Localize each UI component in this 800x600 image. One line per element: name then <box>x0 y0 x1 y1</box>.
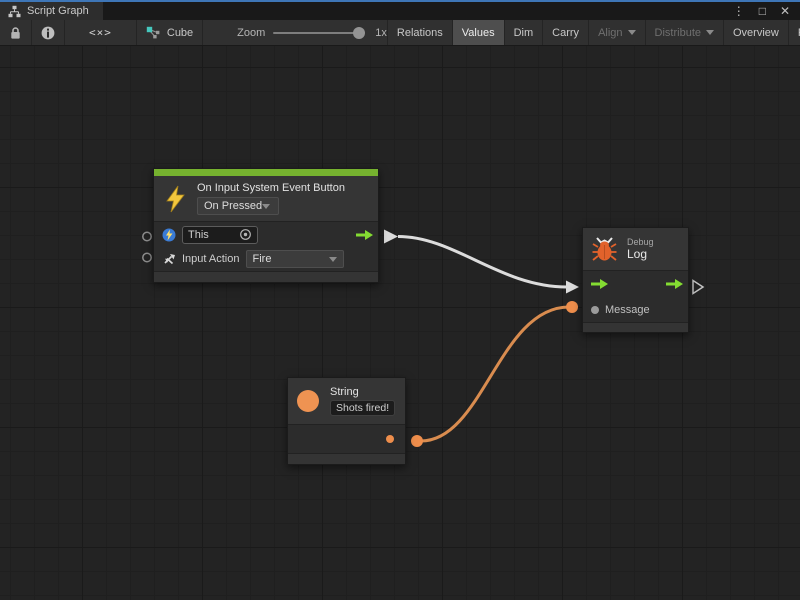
unity-script-graph-window: Script Graph ⋮ □ ✕ <×> <box>0 0 800 600</box>
toolbar-button-align[interactable]: Align <box>588 20 644 45</box>
zoom-control: Zoom 1x <box>237 20 387 45</box>
graph-asset-icon <box>146 26 160 39</box>
string-node-body <box>288 424 405 453</box>
window-controls: ⋮ □ ✕ <box>733 2 800 20</box>
flow-output-arrow-icon[interactable] <box>356 229 373 241</box>
debug-node-footer <box>583 322 688 332</box>
debug-node-name: Log <box>627 247 654 261</box>
string-node-title: String <box>330 386 395 398</box>
debug-node-header[interactable]: Debug Log <box>583 228 688 270</box>
toolbar-button-label: Overview <box>733 27 779 39</box>
event-input-action-row: Input Action Fire <box>154 247 378 271</box>
info-button[interactable] <box>32 20 65 45</box>
zoom-value: 1x <box>375 27 387 39</box>
toolbar-button-label: Values <box>462 27 495 39</box>
string-value-field[interactable]: Shots fired! <box>330 400 395 416</box>
chevron-down-icon <box>628 30 636 35</box>
toolbar-button-dim[interactable]: Dim <box>504 20 543 45</box>
graph-reference-label: Cube <box>167 27 193 39</box>
event-node-body: This Input Action <box>154 221 378 271</box>
debug-node-category: Debug <box>627 237 654 247</box>
string-type-icon <box>297 390 319 412</box>
event-node-green-strip <box>154 169 378 176</box>
toolbar-button-overview[interactable]: Overview <box>723 20 788 45</box>
window-focus-highlight <box>0 0 800 2</box>
chevron-down-icon <box>262 204 270 209</box>
zoom-slider[interactable] <box>273 32 359 34</box>
lock-icon <box>9 26 22 40</box>
this-target-field[interactable]: This <box>182 226 258 244</box>
toolbar-button-distribute[interactable]: Distribute <box>645 20 723 45</box>
chevron-down-icon <box>706 30 714 35</box>
event-node-footer <box>154 271 378 282</box>
debug-node-body: Message <box>583 270 688 322</box>
window-maximize-icon[interactable]: □ <box>759 5 766 17</box>
toolbar-button-fullscreen[interactable]: Full Screen <box>788 20 800 45</box>
graph-toolbar: <×> Cube Zoom 1x Relations Values <box>0 20 800 46</box>
this-value: This <box>188 229 209 241</box>
input-action-dropdown[interactable]: Fire <box>246 250 344 268</box>
input-action-icon <box>162 252 176 266</box>
debug-flow-row <box>583 271 688 297</box>
info-icon <box>41 26 55 40</box>
input-action-value: Fire <box>253 253 272 265</box>
tab-title: Script Graph <box>27 5 89 17</box>
graph-reference-button[interactable]: Cube <box>137 20 203 45</box>
lightning-bolt-icon <box>164 185 187 213</box>
window-menu-icon[interactable]: ⋮ <box>733 5 745 17</box>
event-mode-dropdown[interactable]: On Pressed <box>197 197 279 215</box>
event-node-header[interactable]: On Input System Event Button On Pressed <box>154 176 378 221</box>
toolbar-button-carry[interactable]: Carry <box>542 20 588 45</box>
code-brackets-icon: <×> <box>89 26 112 39</box>
lock-button[interactable] <box>0 20 32 45</box>
debug-message-row: Message <box>583 297 688 322</box>
toolbar-button-relations[interactable]: Relations <box>387 20 452 45</box>
string-node-header[interactable]: String Shots fired! <box>288 378 405 424</box>
message-input-port[interactable] <box>591 306 599 314</box>
toolbar-button-values[interactable]: Values <box>452 20 504 45</box>
message-label: Message <box>605 304 650 316</box>
string-node-footer <box>288 453 405 464</box>
script-machine-icon <box>162 228 176 242</box>
input-action-label: Input Action <box>182 253 240 265</box>
node-on-input-system-event-button[interactable]: On Input System Event Button On Pressed … <box>153 168 379 283</box>
window-close-icon[interactable]: ✕ <box>780 5 790 17</box>
toolbar-toggle-group: Relations Values Dim Carry Align Distrib… <box>387 20 800 45</box>
toolbar-button-label: Carry <box>552 27 579 39</box>
string-output-port[interactable] <box>386 435 394 443</box>
node-debug-log[interactable]: Debug Log Message <box>582 227 689 333</box>
event-mode-value: On Pressed <box>204 200 262 212</box>
graph-hierarchy-icon <box>8 5 21 18</box>
tab-script-graph[interactable]: Script Graph <box>0 2 103 20</box>
tab-bar: Script Graph ⋮ □ ✕ <box>0 2 800 20</box>
object-picker-icon[interactable] <box>239 228 252 241</box>
bug-icon <box>592 236 617 262</box>
flow-output-arrow-icon[interactable] <box>666 278 683 290</box>
zoom-slider-knob[interactable] <box>353 27 365 39</box>
event-this-row: This <box>154 222 378 247</box>
toolbar-button-label: Dim <box>514 27 534 39</box>
edit-script-button[interactable]: <×> <box>65 20 137 45</box>
zoom-label: Zoom <box>237 27 265 39</box>
string-value: Shots fired! <box>336 402 389 414</box>
event-node-title: On Input System Event Button <box>197 182 345 194</box>
string-output-row <box>288 425 405 453</box>
chevron-down-icon <box>329 257 337 262</box>
toolbar-button-label: Distribute <box>655 27 701 39</box>
node-string-literal[interactable]: String Shots fired! <box>287 377 406 465</box>
toolbar-button-label: Relations <box>397 27 443 39</box>
flow-input-arrow-icon[interactable] <box>591 278 608 290</box>
toolbar-button-label: Align <box>598 27 622 39</box>
